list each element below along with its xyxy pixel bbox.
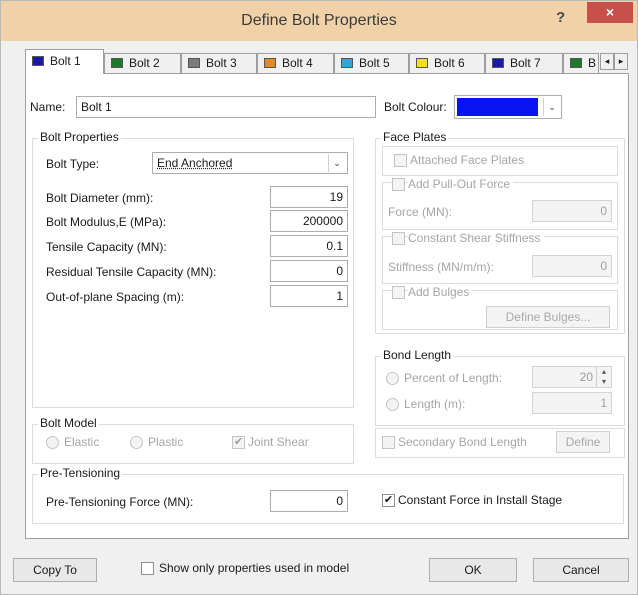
bolt-colour-label: Bolt Colour: [384,100,447,114]
bolt-type-label: Bolt Type: [46,157,100,171]
add-pull-out-force-checkbox[interactable] [392,178,405,191]
residual-tensile-capacity-label: Residual Tensile Capacity (MN): [46,265,217,279]
chevron-down-icon: ⌄ [543,98,560,116]
copy-to-button[interactable]: Copy To [13,558,97,582]
joint-shear-checkbox[interactable]: ✔ [232,436,245,449]
length-label: Length (m): [404,397,466,411]
show-only-used-checkbox[interactable] [141,562,154,575]
help-icon[interactable]: ? [556,9,565,26]
checkmark-icon: ✔ [233,436,244,448]
define-bulges-button[interactable]: Define Bulges... [486,306,610,328]
pre-tensioning-force-input[interactable]: 0 [270,490,348,512]
spinner-icon[interactable]: ▴ ▾ [596,367,611,387]
tensile-capacity-label: Tensile Capacity (MN): [46,240,167,254]
bolt-2-colour-swatch [111,58,123,68]
ok-button[interactable]: OK [429,558,517,582]
tab-bolt-2[interactable]: Bolt 2 [104,53,181,73]
bolt-6-colour-swatch [416,58,428,68]
face-plates-title: Face Plates [381,130,449,144]
bolt-type-select[interactable]: End Anchored ⌄ [152,152,348,174]
checkmark-icon: ✔ [383,494,394,506]
plastic-radio[interactable] [130,436,143,449]
tab-bolt-4[interactable]: Bolt 4 [257,53,334,73]
tab-label: Bolt 7 [510,56,541,70]
attached-face-plates-label: Attached Face Plates [410,153,525,167]
tab-bolt-1[interactable]: Bolt 1 [25,49,104,74]
bolt-colour-swatch [457,98,538,116]
tab-bolt-8[interactable]: B [563,53,599,73]
percent-of-length-label: Percent of Length: [404,371,503,385]
close-icon[interactable]: × [587,2,633,23]
tab-label: Bolt 4 [282,56,313,70]
add-bulges-checkbox[interactable] [392,286,405,299]
bolt-5-colour-swatch [341,58,353,68]
bolt-7-colour-swatch [492,58,504,68]
elastic-radio[interactable] [46,436,59,449]
joint-shear-label: Joint Shear [248,435,309,449]
pull-out-force-label: Force (MN): [388,205,452,219]
tab-label: Bolt 6 [434,56,465,70]
constant-shear-stiffness-checkbox[interactable] [392,232,405,245]
bolt-8-colour-swatch [570,58,582,68]
tab-label: Bolt 2 [129,56,160,70]
bolt-1-colour-swatch [32,56,44,66]
add-pull-out-force-label: Add Pull-Out Force [408,177,514,191]
bolt-4-colour-swatch [264,58,276,68]
cancel-button[interactable]: Cancel [533,558,629,582]
secondary-define-button[interactable]: Define [556,431,610,453]
length-input[interactable]: 1 [532,392,612,414]
bolt-model-title: Bolt Model [38,416,99,430]
constant-force-label: Constant Force in Install Stage [398,493,563,507]
chevron-down-icon: ⌄ [328,154,345,172]
attached-face-plates-checkbox[interactable] [394,154,407,167]
length-radio[interactable] [386,398,399,411]
bolt-diameter-input[interactable]: 19 [270,186,348,208]
secondary-bond-length-checkbox[interactable] [382,436,395,449]
pre-tensioning-force-label: Pre-Tensioning Force (MN): [46,495,194,509]
bolt-diameter-label: Bolt Diameter (mm): [46,191,154,205]
stiffness-label: Stiffness (MN/m/m): [388,260,494,274]
bolt-properties-title: Bolt Properties [38,130,121,144]
tab-label: Bolt 1 [50,54,81,68]
tab-label: Bolt 3 [206,56,237,70]
tab-scroll-right-icon[interactable]: ▸ [614,53,628,70]
bolt-type-value: End Anchored [157,156,233,170]
tab-label: Bolt 5 [359,56,390,70]
percent-of-length-radio[interactable] [386,372,399,385]
show-only-used-label: Show only properties used in model [159,561,350,575]
tab-bolt-5[interactable]: Bolt 5 [334,53,409,73]
pre-tensioning-title: Pre-Tensioning [38,466,123,480]
bolt-modulus-input[interactable]: 200000 [270,210,348,232]
pull-out-force-input[interactable]: 0 [532,200,612,222]
tensile-capacity-input[interactable]: 0.1 [270,235,348,257]
tab-bolt-3[interactable]: Bolt 3 [181,53,257,73]
tab-bolt-6[interactable]: Bolt 6 [409,53,485,73]
plastic-label: Plastic [148,435,184,449]
name-label: Name: [30,100,66,114]
constant-force-checkbox[interactable]: ✔ [382,494,395,507]
constant-shear-stiffness-label: Constant Shear Stiffness [408,231,544,245]
bond-length-title: Bond Length [381,348,454,362]
tab-bolt-7[interactable]: Bolt 7 [485,53,563,73]
elastic-label: Elastic [64,435,100,449]
residual-tensile-capacity-input[interactable]: 0 [270,260,348,282]
out-of-plane-spacing-input[interactable]: 1 [270,285,348,307]
out-of-plane-spacing-label: Out-of-plane Spacing (m): [46,290,185,304]
add-bulges-label: Add Bulges [408,285,473,299]
title-bar: Define Bolt Properties ? × [1,1,637,41]
bolt-modulus-label: Bolt Modulus,E (MPa): [46,215,167,229]
bolt-tabs: Bolt 1 Bolt 2 Bolt 3 Bolt 4 Bolt 5 Bolt … [25,49,629,74]
secondary-bond-length-label: Secondary Bond Length [398,435,527,449]
name-input[interactable]: Bolt 1 [76,96,376,118]
bolt-colour-picker[interactable]: ⌄ [454,95,562,119]
tab-scroll-left-icon[interactable]: ◂ [600,53,614,70]
define-bolt-properties-dialog: Define Bolt Properties ? × Bolt 1 Bolt 2… [0,0,638,595]
bolt-3-colour-swatch [188,58,200,68]
tab-label: B [588,56,597,70]
bolt-properties-panel: Name: Bolt 1 Bolt Colour: ⌄ Bolt Propert… [25,73,629,539]
dialog-title: Define Bolt Properties [241,12,397,29]
stiffness-input[interactable]: 0 [532,255,612,277]
